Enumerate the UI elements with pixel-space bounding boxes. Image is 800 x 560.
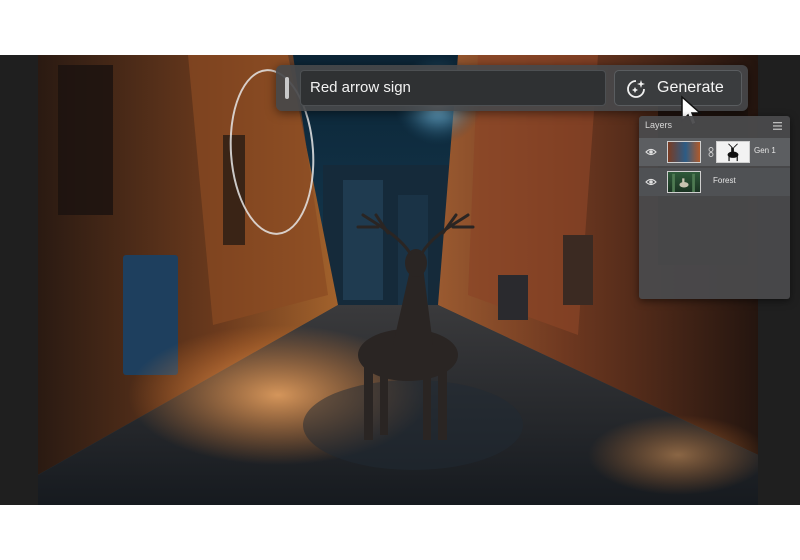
layer-name: Forest bbox=[713, 176, 736, 185]
deer-mask-shape bbox=[727, 143, 739, 162]
generate-button[interactable]: Generate bbox=[614, 70, 742, 106]
sparkle-refresh-icon bbox=[627, 80, 645, 98]
layers-panel: Layers Gen 1 Forest bbox=[639, 116, 790, 299]
drag-handle[interactable] bbox=[285, 77, 289, 99]
layer-row-gen-1[interactable]: Gen 1 bbox=[639, 138, 790, 166]
chain-link-icon[interactable] bbox=[708, 147, 714, 157]
canvas-pasteboard-left bbox=[0, 55, 38, 505]
layer-thumbnail bbox=[667, 141, 701, 163]
eye-icon[interactable] bbox=[645, 177, 657, 187]
eye-icon[interactable] bbox=[645, 147, 657, 157]
layer-thumbnail bbox=[667, 171, 701, 193]
layer-row-forest[interactable]: Forest bbox=[639, 168, 790, 196]
generative-fill-bar: Red arrow sign Generate bbox=[276, 65, 748, 111]
layer-mask-thumbnail[interactable] bbox=[716, 141, 750, 163]
layers-panel-title: Layers bbox=[645, 120, 673, 130]
forest-deer-thumbnail bbox=[672, 173, 695, 192]
prompt-input[interactable]: Red arrow sign bbox=[300, 70, 606, 106]
layer-name: Gen 1 bbox=[754, 146, 776, 155]
hamburger-menu-icon[interactable] bbox=[773, 122, 782, 130]
layers-panel-header: Layers bbox=[639, 116, 790, 136]
